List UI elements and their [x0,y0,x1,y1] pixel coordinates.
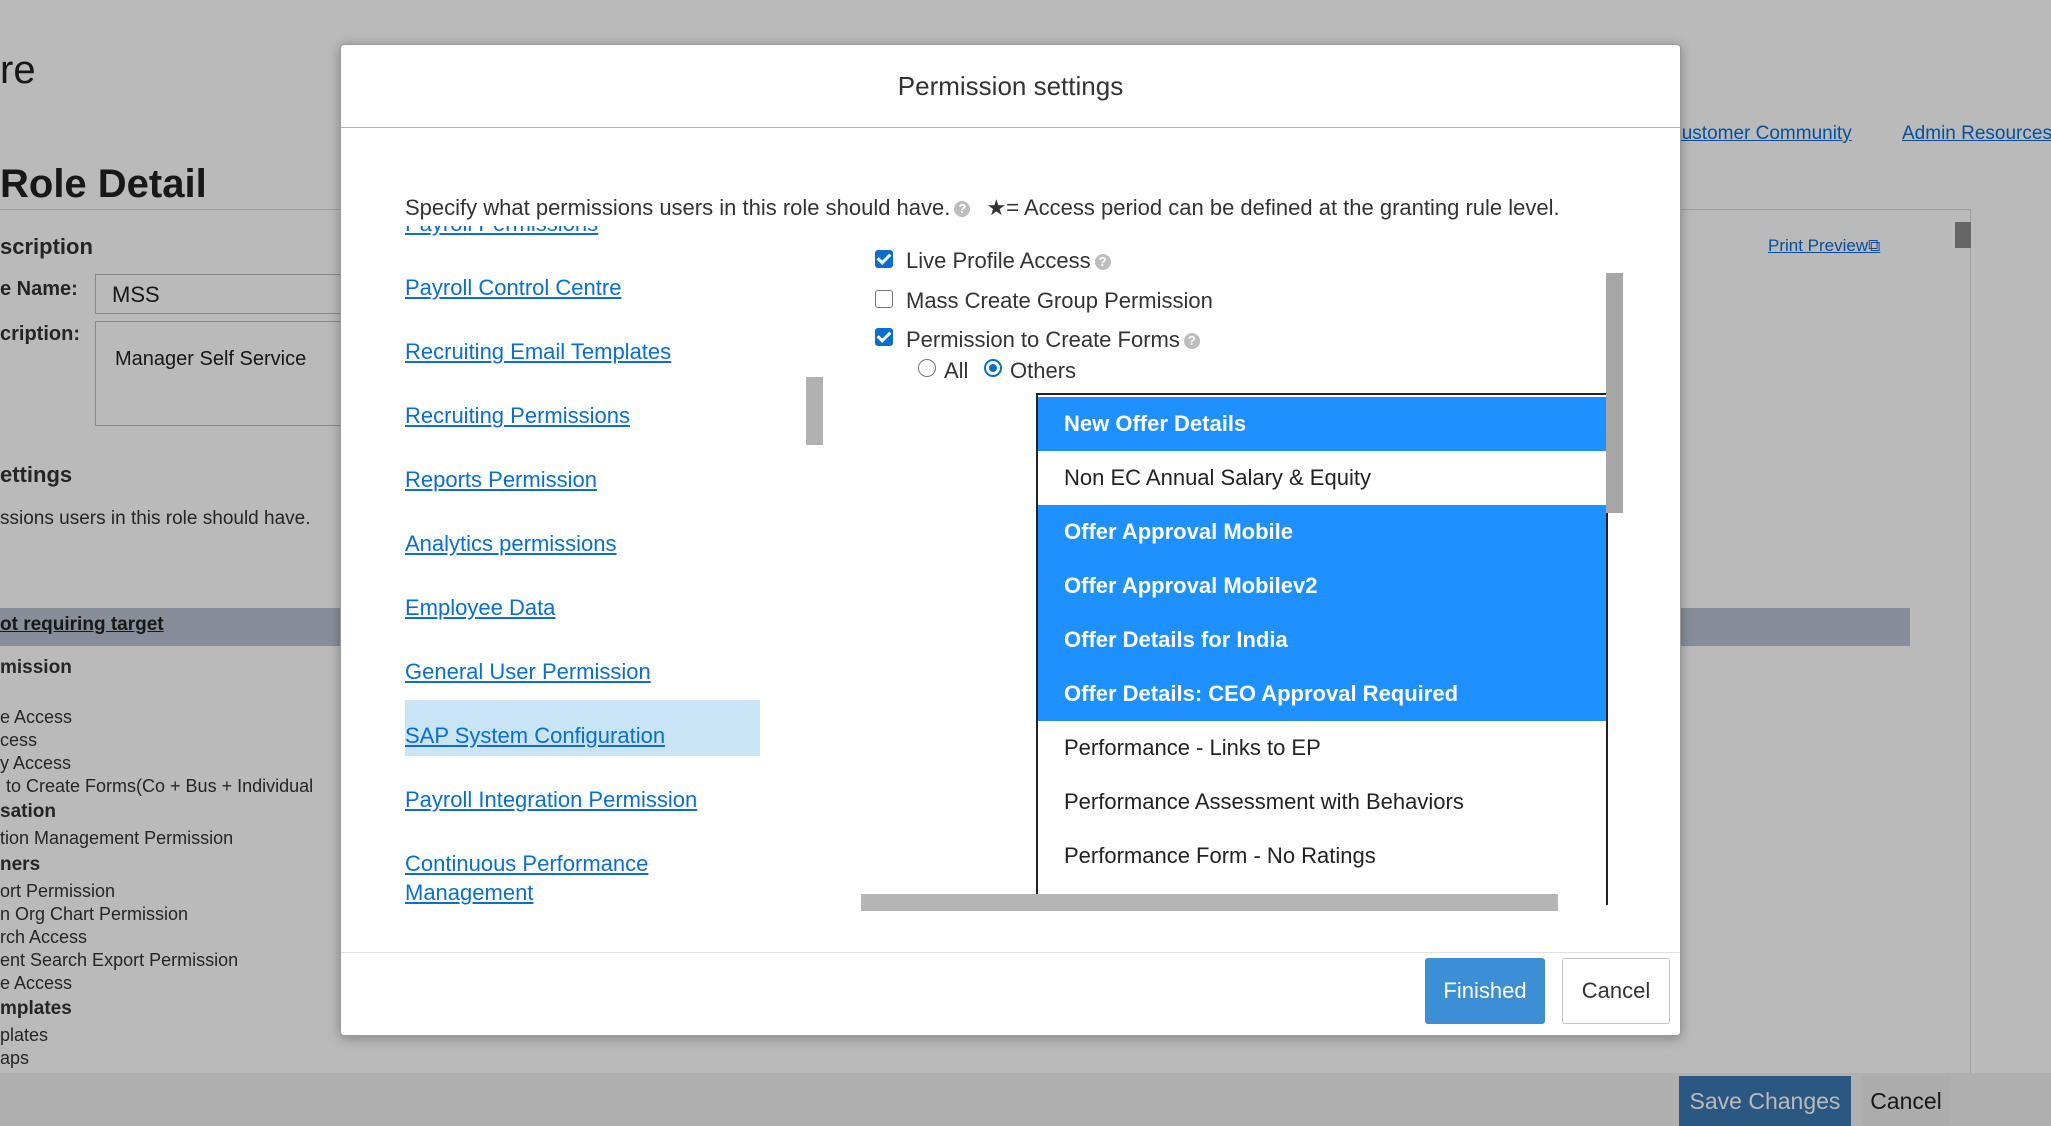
dialog-title: Permission settings [897,71,1124,101]
nav-item-general-user-permission-label[interactable]: General User Permission [405,658,760,714]
permissions-vertical-scrollbar[interactable] [1606,273,1623,513]
form-option[interactable]: Performance Form - No Ratings [1038,829,1606,883]
permission-category-list[interactable]: Payroll Permissions Payroll Control Cent… [405,226,785,956]
nav-item-employee-data[interactable]: Employee Data [405,594,760,650]
nav-item-payroll-integration-permission[interactable]: Payroll Integration Permission [405,786,760,842]
help-icon[interactable]: ? [954,201,971,218]
nav-item-recruiting-email-templates[interactable]: Recruiting Email Templates [405,338,760,394]
scope-all-radio[interactable] [918,359,936,377]
nav-item-payroll-control-centre[interactable]: Payroll Control Centre [405,274,760,330]
form-option[interactable]: Performance - Links to EP [1038,721,1606,775]
create-forms-checkbox[interactable] [875,328,893,346]
dialog-header: Permission settings [341,45,1680,128]
form-option[interactable]: Offer Details for India [1038,613,1606,667]
intro-text: Specify what permissions users in this r… [405,195,1560,220]
permissions-horizontal-scrollbar[interactable] [861,894,1558,911]
form-option[interactable]: New Offer Details [1038,397,1606,451]
scope-others-radio[interactable] [984,359,1002,377]
mass-create-group-checkbox[interactable] [875,290,893,308]
form-option[interactable]: Offer Approval Mobilev2 [1038,559,1606,613]
form-option[interactable]: Offer Details: CEO Approval Required [1038,667,1606,721]
help-icon[interactable]: ? [1183,333,1200,350]
nav-item-recruiting-permissions[interactable]: Recruiting Permissions [405,402,760,458]
nav-item-sap-system-configuration[interactable]: SAP System Configuration [405,722,760,778]
mass-create-group-label: Mass Create Group Permission [906,288,1213,313]
intro-note: ★= Access period can be defined at the g… [986,195,1560,220]
live-profile-access-label: Live Profile Access? [906,248,1115,274]
form-option[interactable]: Performance Assessment with Behaviors [1038,775,1606,829]
form-template-listbox[interactable]: New Offer Details Non EC Annual Salary &… [1036,393,1608,905]
live-profile-access-checkbox[interactable] [875,250,893,268]
scope-others-label: Others [1010,358,1077,383]
category-list-scrollbar[interactable] [806,377,823,445]
permission-settings-dialog: Permission settings Specify what permiss… [340,44,1681,1036]
nav-item-continuous-performance-management[interactable]: Continuous Performance Management [405,850,695,930]
form-option[interactable]: Non EC Annual Salary & Equity [1038,451,1606,505]
finished-button[interactable]: Finished [1425,958,1545,1024]
nav-item-analytics-permissions[interactable]: Analytics permissions [405,530,760,586]
help-icon[interactable]: ? [1094,254,1111,271]
nav-item-payroll-permissions[interactable]: Payroll Permissions [405,226,760,266]
cancel-button[interactable]: Cancel [1562,958,1670,1024]
create-forms-label: Permission to Create Forms? [906,327,1204,353]
scope-all-label: All [944,358,969,383]
form-option[interactable]: Offer Approval Mobile [1038,505,1606,559]
nav-item-reports-permission[interactable]: Reports Permission [405,466,760,522]
